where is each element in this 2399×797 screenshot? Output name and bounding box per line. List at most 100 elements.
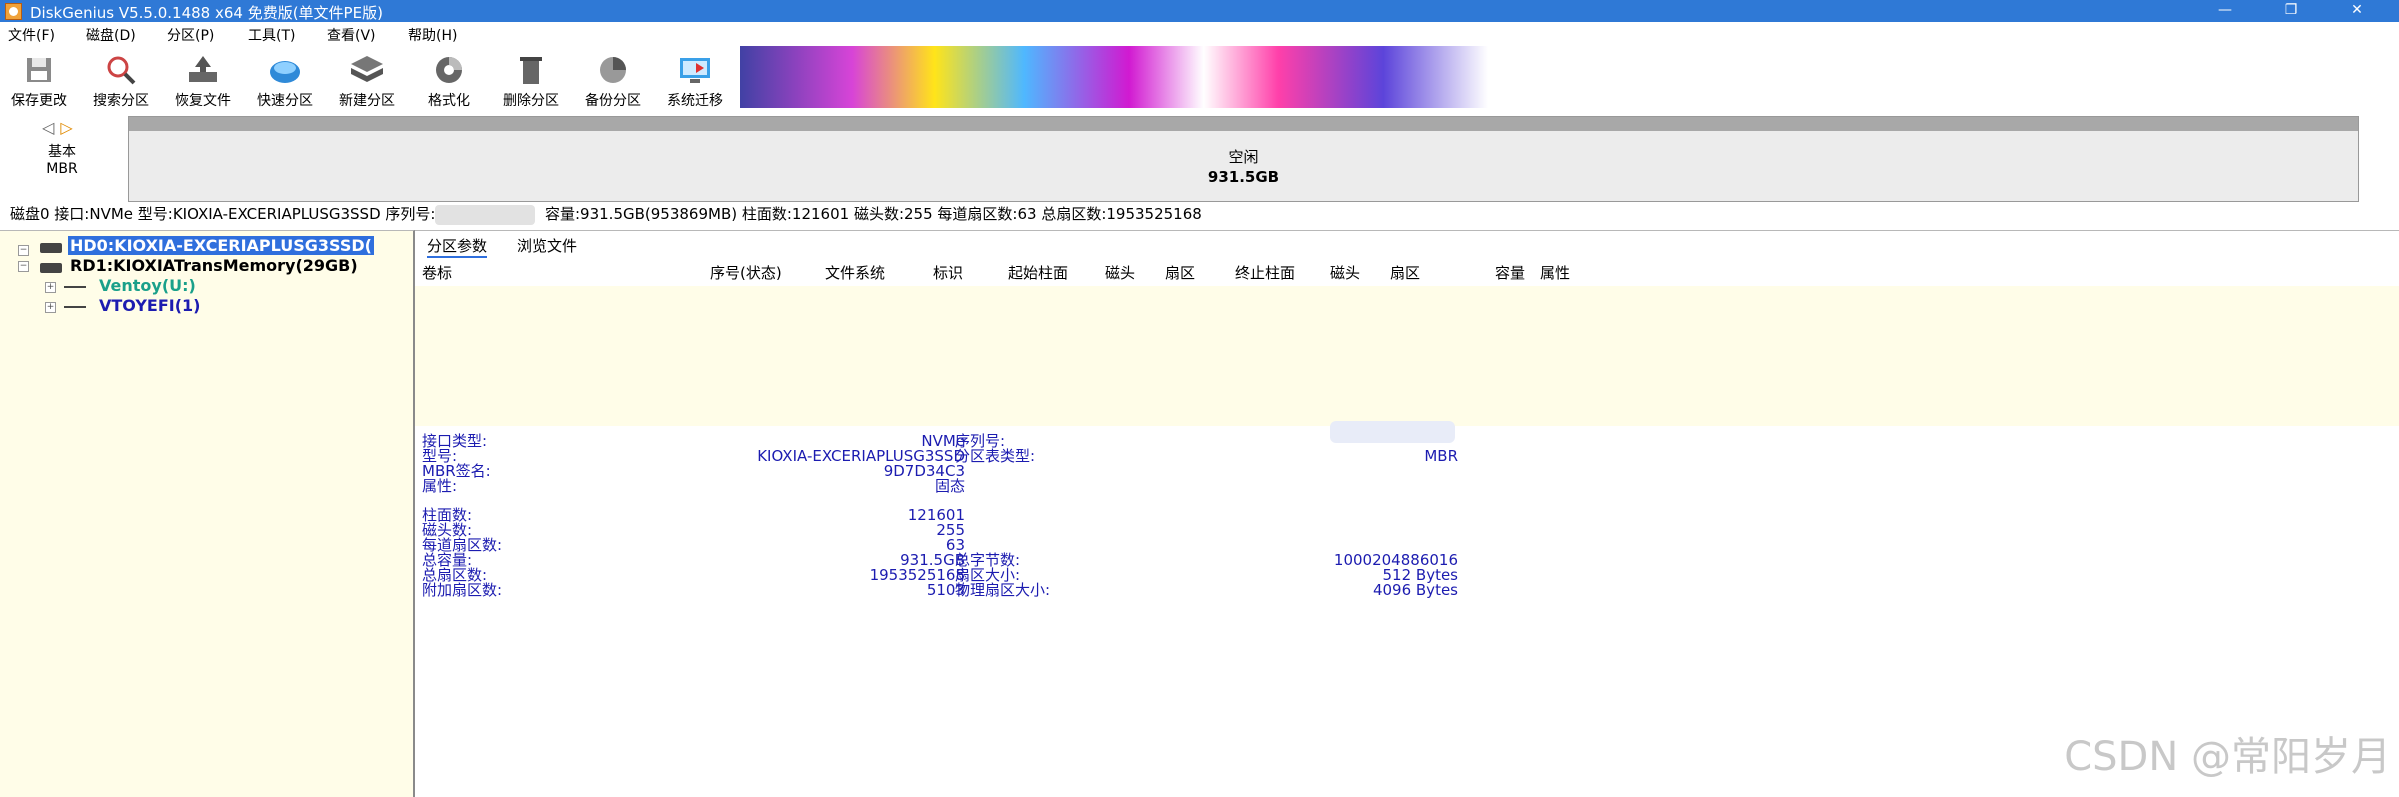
col-start-head[interactable]: 磁头 [1105,262,1135,283]
col-volume-label[interactable]: 卷标 [422,262,452,283]
free-space-size: 931.5GB [1207,168,1280,186]
restore-file-button[interactable]: 恢复文件 [164,48,242,109]
search-partition-button[interactable]: 搜索分区 [82,48,160,109]
new-partition-button[interactable]: 新建分区 [328,48,406,109]
serial-blur [435,204,536,225]
toolbar-label: 搜索分区 [93,93,149,109]
csdn-watermark: CSDN @常阳岁月 [2064,734,2391,780]
toolbar-label: 新建分区 [339,93,395,109]
toolbar-label: 保存更改 [11,93,67,109]
disk-type-basic: 基本 [48,144,76,160]
menu-disk[interactable]: 磁盘(D) [86,25,136,45]
close-button[interactable]: ✕ [2335,0,2379,22]
col-end-head[interactable]: 磁头 [1330,262,1360,283]
toolbar-label: 快速分区 [257,93,313,109]
heads-value: 255 [936,521,965,539]
save-icon [27,58,51,82]
tab-browse-files[interactable]: 浏览文件 [517,235,577,256]
partition-table-area[interactable] [415,286,2399,426]
quick-partition-icon [270,61,300,83]
new-partition-icon [351,56,383,82]
menu-partition[interactable]: 分区(P) [167,25,214,45]
toolbar-label: 备份分区 [585,93,641,109]
disk-info-line: 磁盘0 接口:NVMe 型号:KIOXIA-EXCERIAPLUSG3SSD 序… [10,202,2390,226]
col-capacity[interactable]: 容量 [1495,262,1525,283]
col-attributes[interactable]: 属性 [1540,262,1570,283]
usb-disk-icon [40,263,62,273]
free-space-label: 空闲 931.5GB [129,147,2358,187]
mbr-signature-value: 9D7D34C3 [883,462,965,480]
format-button[interactable]: 格式化 [410,48,488,109]
col-start-cylinder[interactable]: 起始柱面 [1008,262,1068,283]
physical-sector-size-value: 4096 Bytes [1372,581,1458,599]
disk-info-part2: 容量:931.5GB(953869MB) 柱面数:121601 磁头数:255 … [545,205,1202,223]
col-start-sector[interactable]: 扇区 [1165,262,1195,283]
disk-tree-panel: − HD0:KIOXIA-EXCERIAPLUSG3SSD( − RD1:KIO… [0,230,415,797]
menu-file[interactable]: 文件(F) [8,25,55,45]
tree-item-rd1[interactable]: RD1:KIOXIATransMemory(29GB) [70,256,358,275]
tree-item-vtoyefi[interactable]: VTOYEFI(1) [99,296,200,315]
attribute-value: 固态 [934,477,965,495]
ad-banner[interactable] [740,46,1488,108]
delete-partition-icon [520,57,542,84]
partition-icon [64,300,86,308]
free-space-text: 空闲 [1228,148,1259,166]
col-id[interactable]: 标识 [933,262,963,283]
cylinders-value: 121601 [907,506,965,524]
next-disk-icon[interactable]: ▷ [60,118,72,137]
format-icon [436,57,462,83]
partition-table-type-label: 分区表类型: [955,447,1036,465]
system-migration-button[interactable]: 系统迁移 [656,48,734,109]
backup-partition-button[interactable]: 备份分区 [574,48,652,109]
toolbar-label: 恢复文件 [175,93,231,109]
disk-type-mbr: MBR [46,161,78,177]
restore-file-icon [189,56,217,82]
disk-info-part1: 磁盘0 接口:NVMe 型号:KIOXIA-EXCERIAPLUSG3SSD 序… [10,205,436,223]
toolbar-label: 格式化 [428,93,470,109]
search-icon [107,56,136,85]
tree-collapse-icon[interactable]: − [18,245,29,256]
disk-bar-header [129,117,2358,131]
extra-sectors-label: 附加扇区数: [422,581,503,599]
disk-nav-arrows[interactable]: ◁ ▷ [42,118,73,137]
col-file-system[interactable]: 文件系统 [825,262,885,283]
save-changes-button[interactable]: 保存更改 [0,48,78,109]
col-end-sector[interactable]: 扇区 [1390,262,1420,283]
physical-sector-size-label: 物理扇区大小: [955,581,1051,599]
menu-view[interactable]: 查看(V) [327,25,376,45]
partition-table-type-value: MBR [1424,447,1458,465]
partition-icon [64,280,86,288]
menu-bar: 文件(F) 磁盘(D) 分区(P) 工具(T) 查看(V) 帮助(H) [0,22,2399,44]
partition-params-panel: 分区参数 浏览文件 卷标 序号(状态) 文件系统 标识 起始柱面 磁头 扇区 终… [415,230,2399,797]
attribute-label: 属性: [422,477,458,495]
system-migration-icon [680,58,710,83]
window-title: DiskGenius V5.5.0.1488 x64 免费版(单文件PE版) [30,4,383,22]
toolbar-label: 删除分区 [503,93,559,109]
col-index-status[interactable]: 序号(状态) [710,262,782,283]
hdd-icon [40,243,62,253]
minimize-button[interactable]: — [2203,0,2247,22]
tree-collapse-icon[interactable]: − [18,261,29,272]
disk-map: ◁ ▷ 基本 MBR 空闲 931.5GB [0,110,2399,202]
tree-item-hd0[interactable]: HD0:KIOXIA-EXCERIAPLUSG3SSD( [68,236,374,255]
tab-partition-params[interactable]: 分区参数 [427,235,488,258]
serial-value-blur [1330,421,1455,443]
disk-type-label: 基本 MBR [30,144,94,178]
quick-partition-button[interactable]: 快速分区 [246,48,324,109]
tree-expand-icon[interactable]: + [45,282,56,293]
free-space-bar[interactable]: 空闲 931.5GB [128,116,2359,202]
prev-disk-icon[interactable]: ◁ [42,118,54,137]
total-sectors-value: 1953525168 [869,566,965,584]
app-logo-icon [5,3,22,20]
backup-partition-icon [600,57,626,83]
toolbar-label: 系统迁移 [667,93,723,109]
tree-item-ventoy[interactable]: Ventoy(U:) [99,276,196,295]
col-end-cylinder[interactable]: 终止柱面 [1235,262,1295,283]
title-bar: DiskGenius V5.5.0.1488 x64 免费版(单文件PE版) —… [0,0,2399,22]
extra-sectors-value: 5103 [926,581,965,599]
maximize-button[interactable]: ❐ [2269,0,2313,22]
tree-expand-icon[interactable]: + [45,302,56,313]
delete-partition-button[interactable]: 删除分区 [492,48,570,109]
menu-tools[interactable]: 工具(T) [248,25,295,45]
menu-help[interactable]: 帮助(H) [408,25,457,45]
